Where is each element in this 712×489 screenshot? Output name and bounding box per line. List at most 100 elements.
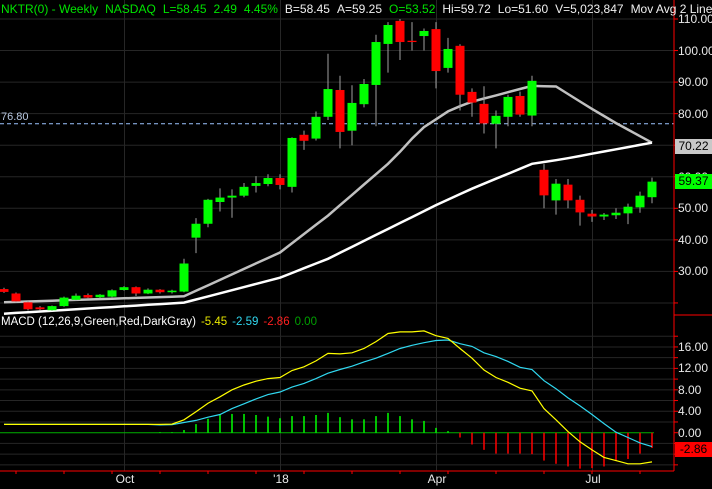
chart-canvas[interactable] xyxy=(0,0,712,489)
candle-up xyxy=(95,294,105,298)
candlesticks xyxy=(0,19,657,311)
candle-down xyxy=(395,20,405,43)
moving-average-slow-line xyxy=(3,141,653,315)
candle-down xyxy=(575,199,585,213)
signal-value: -2.59 xyxy=(232,316,259,328)
candle-up xyxy=(191,223,201,238)
candle-up xyxy=(647,181,657,198)
candle-down xyxy=(407,40,417,43)
candle-up xyxy=(215,197,225,202)
candle-up xyxy=(239,186,249,196)
candle-down xyxy=(539,169,549,196)
candle-up xyxy=(179,263,189,292)
candle-up xyxy=(359,83,369,105)
candle-up xyxy=(371,42,381,85)
level-line-label: 76.80 xyxy=(1,111,29,123)
open-price: O=53.52 xyxy=(389,2,436,16)
price-value-badge: 59.37 xyxy=(675,174,712,189)
candle-up xyxy=(203,199,213,224)
candle-up xyxy=(107,290,117,297)
candle-down xyxy=(455,45,465,95)
candle-up xyxy=(59,297,69,307)
candle-down xyxy=(299,134,309,141)
candle-up xyxy=(419,30,429,37)
candle-up xyxy=(71,295,81,300)
candle-up xyxy=(503,96,513,117)
candle-up xyxy=(323,89,333,117)
macd-tick-label: 12.00 xyxy=(678,361,709,376)
candle-up xyxy=(551,183,561,201)
price-tick-label: 110.00 xyxy=(678,12,712,26)
macd-histogram xyxy=(0,412,654,469)
zero-value: 0.00 xyxy=(294,316,317,328)
date-label: Oct xyxy=(115,472,135,486)
candle-up xyxy=(611,212,621,216)
candle-up xyxy=(623,206,633,214)
candle-up xyxy=(143,289,153,294)
candle-down xyxy=(0,289,9,292)
candle-up xyxy=(491,115,501,124)
price-tick-label: 100.00 xyxy=(678,43,712,58)
ma-value-badge: 70.22 xyxy=(675,139,712,154)
histogram-value-badge: -2.86 xyxy=(675,442,712,457)
candle-down xyxy=(431,29,441,72)
macd-study-label[interactable]: MACD (12,26,9,Green,Red,DarkGray) xyxy=(1,316,196,328)
candle-down xyxy=(479,103,489,124)
candle-up xyxy=(263,178,273,185)
low-price: Lo=51.60 xyxy=(497,2,549,16)
stock-chart-window: NKTR(0) - Weekly NASDAQ L=58.45 2.49 4.45% B=… xyxy=(0,0,712,489)
candle-up xyxy=(599,214,609,217)
candle-up xyxy=(251,183,261,186)
candle-down xyxy=(563,184,573,201)
change-value: 2.49 xyxy=(213,2,237,16)
candle-down xyxy=(335,89,345,132)
bid-price: B=58.45 xyxy=(284,2,330,16)
date-label: Jul xyxy=(585,472,601,486)
price-tick-label: 30.00 xyxy=(678,264,709,279)
candle-down xyxy=(35,307,45,310)
candle-up xyxy=(287,137,297,187)
candle-down xyxy=(11,293,21,302)
axes xyxy=(0,0,712,474)
candle-up xyxy=(227,195,237,198)
candle-up xyxy=(167,290,177,293)
date-label: Apr xyxy=(427,472,447,486)
candle-down xyxy=(131,287,141,294)
macd-header: MACD (12,26,9,Green,Red,DarkGray) -5.45 -2… xyxy=(1,316,322,328)
macd-tick-label: 4.00 xyxy=(678,404,702,419)
candle-down xyxy=(155,289,165,293)
price-tick-label: 80.00 xyxy=(678,106,709,121)
candle-up xyxy=(47,306,57,311)
candle-up xyxy=(311,116,321,139)
ask-price: A=59.25 xyxy=(336,2,383,16)
price-tick-label: 50.00 xyxy=(678,201,709,216)
date-label: '18 xyxy=(273,472,289,486)
macd-tick-label: 16.00 xyxy=(678,339,709,354)
candle-down xyxy=(515,95,525,115)
candle-up xyxy=(527,80,537,116)
price-tick-label: 40.00 xyxy=(678,232,709,247)
macd-value: -5.45 xyxy=(200,316,228,328)
symbol-label[interactable]: NKTR(0) - Weekly xyxy=(1,2,98,16)
candle-up xyxy=(119,287,129,291)
indicator-lines xyxy=(3,84,653,465)
last-price: L=58.45 xyxy=(162,2,207,16)
change-percent: 4.45% xyxy=(243,2,278,16)
price-tick-label: 90.00 xyxy=(678,75,709,90)
gridlines xyxy=(0,0,674,471)
candle-down xyxy=(23,302,33,310)
candle-down xyxy=(275,178,285,185)
candle-up xyxy=(383,24,393,44)
histogram-value: -2.86 xyxy=(263,316,290,328)
quote-header: NKTR(0) - Weekly NASDAQ L=58.45 2.49 4.45% B=… xyxy=(1,2,712,16)
macd-tick-label: 8.00 xyxy=(678,382,702,397)
candle-up xyxy=(347,102,357,131)
candle-up xyxy=(443,48,453,68)
high-price: Hi=59.72 xyxy=(442,2,491,16)
candle-down xyxy=(587,213,597,217)
volume-value: V=5,023,847 xyxy=(555,2,624,16)
exchange-label: NASDAQ xyxy=(105,2,156,16)
candle-up xyxy=(635,195,645,208)
candle-down xyxy=(83,295,93,298)
candle-down xyxy=(467,91,477,103)
